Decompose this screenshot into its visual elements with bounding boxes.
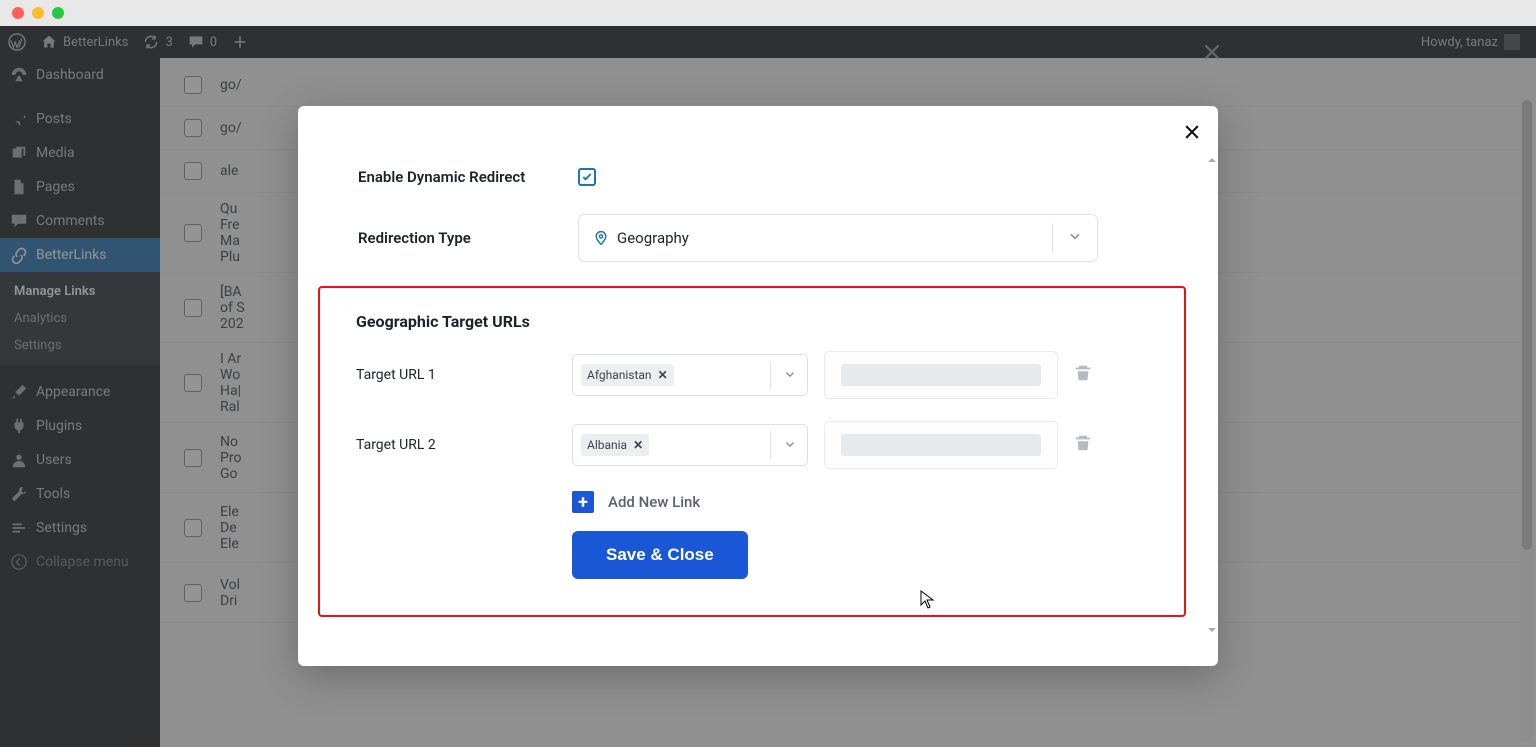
mouse-cursor — [920, 590, 936, 610]
target-label: Target URL 2 — [356, 437, 556, 453]
target-row-2: Target URL 2 Albania ✕ — [356, 421, 1148, 469]
delete-target-button[interactable] — [1074, 434, 1092, 456]
traffic-red[interactable] — [12, 7, 24, 19]
save-close-button[interactable]: Save & Close — [572, 531, 748, 579]
target-url-input-1[interactable] — [824, 351, 1058, 399]
chevron-down-icon — [783, 436, 797, 455]
section-title: Geographic Target URLs — [356, 312, 1148, 331]
country-tag: Albania ✕ — [581, 434, 649, 456]
country-tag: Afghanistan ✕ — [581, 364, 674, 386]
traffic-green[interactable] — [52, 7, 64, 19]
plus-icon: + — [572, 491, 594, 513]
add-new-link-label: Add New Link — [608, 493, 700, 511]
redirection-type-label: Redirection Type — [358, 229, 578, 247]
target-row-1: Target URL 1 Afghanistan ✕ — [356, 351, 1148, 399]
target-country-select-2[interactable]: Albania ✕ — [572, 424, 808, 466]
outer-modal: Enable Dynamic Redirect Redirection Type… — [268, 26, 1238, 747]
target-url-input-2[interactable] — [824, 421, 1058, 469]
modal-close-button[interactable] — [1180, 120, 1204, 144]
target-label: Target URL 1 — [356, 367, 556, 383]
geographic-target-section: Geographic Target URLs Target URL 1 Afgh… — [318, 286, 1186, 617]
country-tag-text: Afghanistan — [587, 368, 652, 382]
add-new-link-button[interactable]: + Add New Link — [572, 491, 1148, 513]
window-chrome — [0, 0, 1536, 26]
outer-close-button[interactable] — [1196, 36, 1228, 68]
delete-target-button[interactable] — [1074, 364, 1092, 386]
chevron-down-icon — [783, 366, 797, 385]
tag-remove-icon[interactable]: ✕ — [633, 438, 643, 452]
enable-checkbox[interactable] — [578, 168, 596, 186]
modal-body: Enable Dynamic Redirect Redirection Type… — [298, 154, 1206, 650]
chevron-down-icon — [1067, 228, 1083, 248]
dynamic-redirect-modal: Enable Dynamic Redirect Redirection Type… — [298, 106, 1218, 666]
enable-label: Enable Dynamic Redirect — [358, 168, 578, 186]
redirection-type-row: Redirection Type Geography — [358, 200, 1166, 276]
location-pin-icon — [593, 230, 609, 246]
redirection-type-value: Geography — [617, 229, 689, 247]
country-tag-text: Albania — [587, 438, 627, 452]
app-frame: BetterLinks 3 0 Howdy, tanaz — [0, 26, 1536, 747]
redirection-type-select[interactable]: Geography — [578, 214, 1098, 262]
traffic-yellow[interactable] — [32, 7, 44, 19]
tag-remove-icon[interactable]: ✕ — [658, 368, 668, 382]
modal-scrollbar[interactable] — [1206, 154, 1216, 636]
enable-row: Enable Dynamic Redirect — [358, 154, 1166, 200]
target-country-select-1[interactable]: Afghanistan ✕ — [572, 354, 808, 396]
